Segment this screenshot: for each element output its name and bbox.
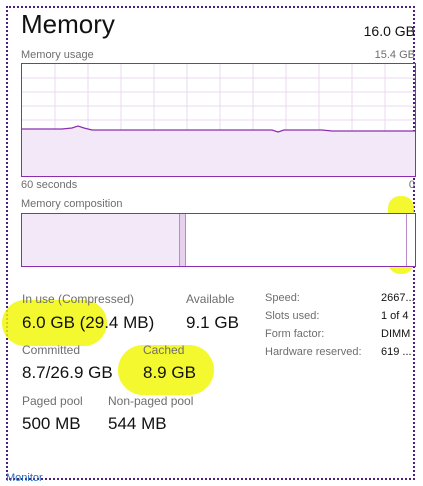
non-paged-pool-label: Non-paged pool: [108, 394, 194, 408]
slots-used-label: Slots used:: [265, 310, 320, 322]
composition-label: Memory composition: [21, 198, 123, 210]
resource-monitor-link[interactable]: Monitor: [6, 472, 43, 484]
usage-graph-max: 15.4 GB: [374, 49, 415, 61]
available-label: Available: [186, 292, 235, 306]
committed-label: Committed: [22, 343, 81, 357]
speed-value: 2667...: [381, 292, 415, 304]
total-memory: 16.0 GB: [363, 23, 415, 39]
form-factor-label: Form factor:: [265, 328, 325, 340]
composition-in-use[interactable]: [22, 214, 180, 266]
hardware-reserved-label: Hardware reserved:: [265, 346, 362, 358]
time-left-label: 60 seconds: [21, 179, 78, 191]
in-use-value: 6.0 GB (29.4 MB): [22, 313, 155, 332]
composition-standby[interactable]: [186, 214, 407, 266]
slots-used-value: 1 of 4: [381, 310, 409, 322]
non-paged-pool-value: 544 MB: [108, 414, 167, 433]
usage-area: [22, 126, 415, 176]
paged-pool-value: 500 MB: [22, 414, 81, 433]
cached-value: 8.9 GB: [143, 363, 196, 382]
usage-graph-label: Memory usage: [21, 49, 94, 61]
memory-composition-bar[interactable]: [21, 213, 416, 267]
hardware-reserved-value: 619 ...: [381, 346, 412, 358]
page-title: Memory: [21, 9, 115, 39]
committed-value: 8.7/26.9 GB: [22, 363, 113, 382]
available-value: 9.1 GB: [186, 313, 239, 332]
cached-label: Cached: [143, 343, 185, 357]
form-factor-value: DIMM: [381, 328, 411, 340]
memory-usage-graph: [21, 63, 416, 177]
paged-pool-label: Paged pool: [22, 394, 83, 408]
time-right-label: 0: [408, 179, 415, 191]
in-use-label: In use (Compressed): [22, 292, 135, 306]
speed-label: Speed:: [265, 292, 300, 304]
composition-free[interactable]: [407, 214, 415, 266]
usage-graph-svg: [22, 64, 415, 176]
